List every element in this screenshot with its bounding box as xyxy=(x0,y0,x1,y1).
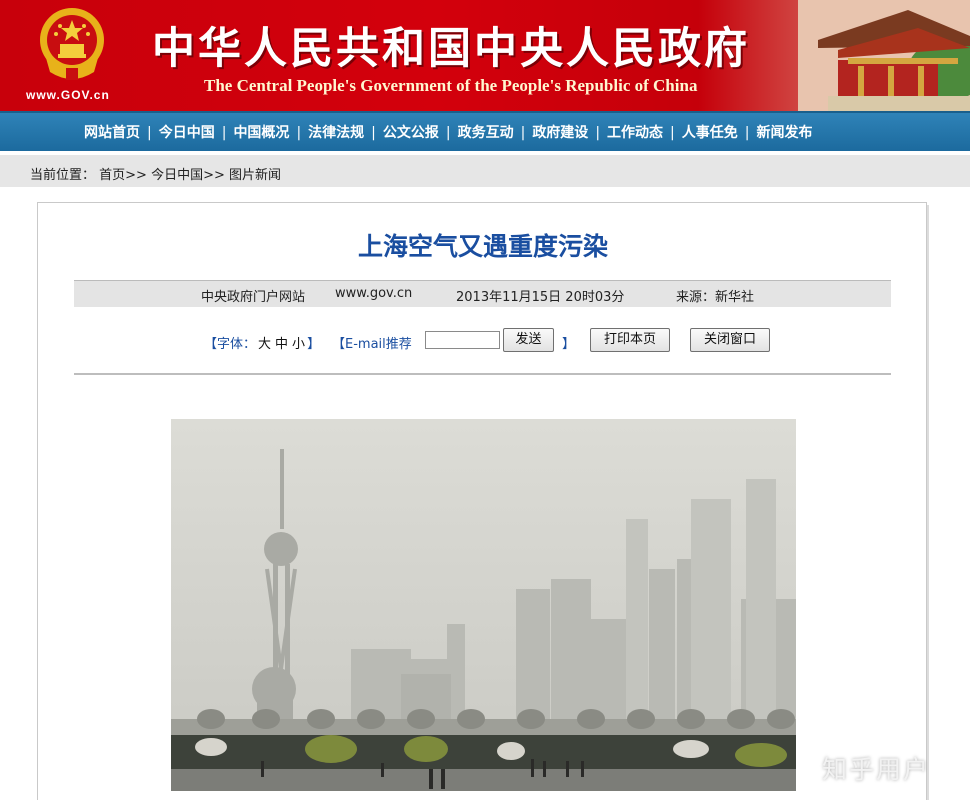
site-title: 中华人民共和国中央人民政府 xyxy=(152,24,750,74)
site-url[interactable]: www.GOV.cn xyxy=(26,88,110,102)
email-input[interactable] xyxy=(425,331,500,349)
article-meta: 中央政府门户网站 www.gov.cn 2013年11月15日 20时03分 来… xyxy=(74,280,891,307)
font-size-label: 【字体： xyxy=(204,337,257,352)
close-window-button[interactable]: 关闭窗口 xyxy=(690,328,770,352)
article-site: 中央政府门户网站 xyxy=(201,290,306,305)
nav-item-bulletins[interactable]: 公文公报 xyxy=(383,125,439,141)
article-toolbar: 【字体：大中小】 【E-mail推荐 发送 】 打印本页 关闭窗口 xyxy=(38,327,928,353)
nav-separator: | xyxy=(595,125,601,141)
font-size-medium[interactable]: 中 xyxy=(275,337,288,352)
article-container: 上海空气又遇重度污染 中央政府门户网站 www.gov.cn 2013年11月1… xyxy=(37,202,927,800)
font-size-label-close: 】 xyxy=(307,337,321,352)
nav-separator: | xyxy=(221,125,227,141)
nav-separator: | xyxy=(147,125,152,141)
breadcrumb-photo-news[interactable]: 图片新闻 xyxy=(229,168,281,183)
nav-item-work-news[interactable]: 工作动态 xyxy=(607,125,663,141)
nav-separator: | xyxy=(744,125,750,141)
breadcrumb-bar: 当前位置： 首页>> 今日中国>> 图片新闻 xyxy=(0,155,970,187)
nav-item-laws[interactable]: 法律法规 xyxy=(308,125,364,141)
nav-item-today-china[interactable]: 今日中国 xyxy=(159,125,215,141)
nav-items: 网站首页 | 今日中国 | 中国概况 | 法律法规 | 公文公报 | 政务互动 | 政府建设 | 工作动态 |… xyxy=(84,122,812,142)
watermark: 知乎用户 xyxy=(822,755,931,784)
article-title: 上海空气又遇重度污染 xyxy=(357,232,608,261)
nav-item-gov-building[interactable]: 政府建设 xyxy=(532,125,588,141)
send-button[interactable]: 发送 xyxy=(503,328,554,352)
breadcrumb-label: 当前位置： xyxy=(30,168,96,183)
font-size-small[interactable]: 小 xyxy=(292,337,305,352)
nav-item-china-overview[interactable]: 中国概况 xyxy=(233,125,289,141)
divider xyxy=(74,373,891,375)
article-datetime: 2013年11月15日 20时03分 xyxy=(456,290,625,305)
nav-separator: | xyxy=(371,125,376,141)
main-nav: 网站首页 | 今日中国 | 中国概况 | 法律法规 | 公文公报 | 政务互动 | 政府建设 | 工作动态 |… xyxy=(0,111,970,151)
nav-item-home[interactable]: 网站首页 xyxy=(84,125,140,141)
breadcrumb-today-china[interactable]: 今日中国>> xyxy=(151,168,225,183)
site-header: www.GOV.cn 中华人民共和国中央人民政府 The Central Peo… xyxy=(0,0,970,111)
news-photo xyxy=(171,419,796,791)
print-button[interactable]: 打印本页 xyxy=(590,328,670,352)
site-title-en: The Central People's Government of the P… xyxy=(204,76,698,95)
email-recommend-label: 【E-mail推荐 xyxy=(332,337,412,352)
tiananmen-illustration xyxy=(798,0,970,111)
font-size-large[interactable]: 大 xyxy=(258,337,271,352)
nav-item-press[interactable]: 新闻发布 xyxy=(756,125,812,141)
article-source: 来源：新华社 xyxy=(676,290,755,305)
breadcrumb-home[interactable]: 首页>> xyxy=(99,168,147,183)
nav-separator: | xyxy=(670,125,675,141)
national-emblem-icon xyxy=(40,8,104,80)
nav-separator: | xyxy=(296,125,302,141)
font-size-control: 【字体：大中小】 xyxy=(204,333,320,352)
article-url[interactable]: www.gov.cn xyxy=(335,286,412,301)
nav-separator: | xyxy=(520,125,526,141)
breadcrumb: 当前位置： 首页>> 今日中国>> 图片新闻 xyxy=(30,164,281,183)
nav-item-interaction[interactable]: 政务互动 xyxy=(458,125,514,141)
nav-item-appointments[interactable]: 人事任免 xyxy=(682,125,738,141)
email-label-close: 】 xyxy=(562,337,576,352)
nav-separator: | xyxy=(445,125,451,141)
